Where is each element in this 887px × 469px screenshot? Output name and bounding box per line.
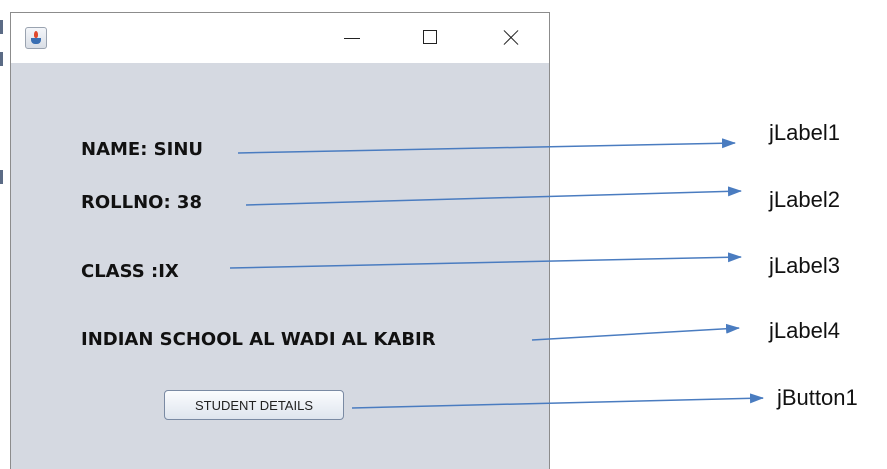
- title-bar[interactable]: [11, 13, 549, 63]
- callout-jlabel1: jLabel1: [769, 120, 840, 145]
- edge-mark: [0, 52, 3, 66]
- callout-jlabel3: jLabel3: [769, 253, 840, 278]
- school-label: INDIAN SCHOOL AL WADI AL KABIR: [81, 329, 436, 350]
- screenshot-stage: NAME: SINU ROLLNO: 38 CLASS :IX INDIAN S…: [0, 0, 887, 469]
- class-label: CLASS :IX: [81, 261, 179, 282]
- arrow-to-jlabel4: [531, 323, 740, 341]
- callout-jlabel2: jLabel2: [769, 187, 840, 212]
- java-coffee-cup-icon[interactable]: [25, 27, 47, 49]
- java-cup-shape: [31, 38, 41, 44]
- callout-jlabel4: jLabel4: [769, 318, 840, 343]
- java-frame-window: NAME: SINU ROLLNO: 38 CLASS :IX INDIAN S…: [10, 12, 550, 469]
- maximize-button[interactable]: [408, 13, 454, 63]
- rollno-label: ROLLNO: 38: [81, 192, 202, 213]
- background-window-edge: [0, 0, 10, 469]
- java-flame-shape: [34, 31, 38, 38]
- close-button[interactable]: [487, 13, 533, 63]
- name-label: NAME: SINU: [81, 139, 204, 160]
- edge-mark: [0, 20, 3, 34]
- student-details-button[interactable]: STUDENT DETAILS: [164, 390, 344, 420]
- content-pane: NAME: SINU ROLLNO: 38 CLASS :IX INDIAN S…: [11, 63, 549, 469]
- edge-mark: [0, 170, 3, 184]
- minimize-button[interactable]: [329, 13, 375, 63]
- callout-jbutton1: jButton1: [777, 385, 858, 410]
